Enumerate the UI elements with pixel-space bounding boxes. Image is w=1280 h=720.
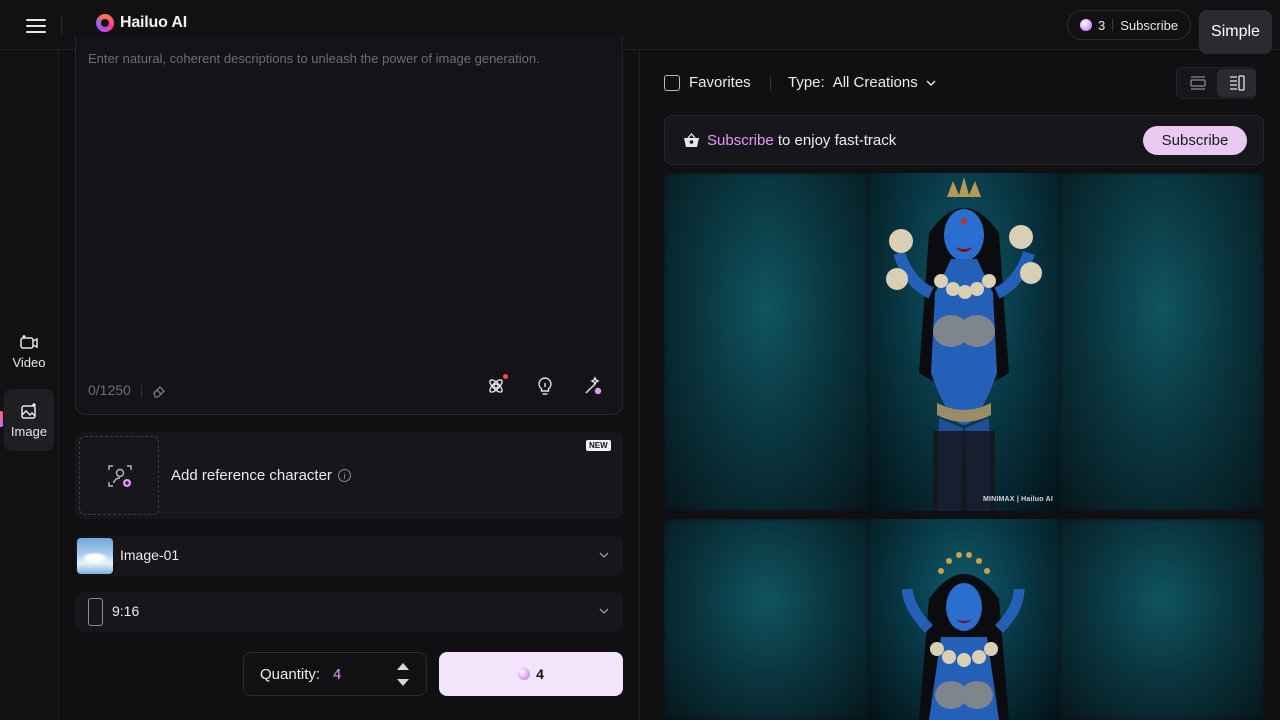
aspect-ratio-value: 9:16 xyxy=(112,603,140,619)
nav-item-image[interactable]: Image xyxy=(4,389,54,451)
favorites-filter[interactable]: Favorites xyxy=(664,74,751,91)
hailuo-logo-icon xyxy=(96,14,114,32)
prompt-panel: 0/1250 xyxy=(75,35,623,415)
gallery-item[interactable] xyxy=(664,519,1264,720)
add-character-icon xyxy=(108,465,132,487)
aspect-ratio-select[interactable]: 9:16 xyxy=(75,592,623,632)
type-value: All Creations xyxy=(832,74,918,91)
list-view-icon xyxy=(1189,76,1206,90)
chevron-down-icon xyxy=(599,552,609,558)
nav-item-label: Video xyxy=(12,354,46,370)
credits-pill[interactable]: 3 Subscribe xyxy=(1067,10,1191,40)
logo[interactable]: Hailuo AI xyxy=(96,14,187,32)
model-thumbnail xyxy=(77,538,113,574)
subscribe-banner-text: Subscribe to enjoy fast-track xyxy=(707,132,896,149)
generate-button[interactable]: 4 xyxy=(439,652,623,696)
menu-icon[interactable] xyxy=(24,16,48,34)
chevron-down-icon xyxy=(926,80,936,86)
header-subscribe-link[interactable]: Subscribe xyxy=(1120,18,1178,33)
favorites-checkbox[interactable] xyxy=(664,74,680,91)
magic-brush-icon[interactable] xyxy=(582,375,604,397)
lightbulb-icon[interactable] xyxy=(534,375,556,397)
char-counter: 0/1250 xyxy=(88,382,131,398)
reference-label: Add reference character i xyxy=(171,467,351,484)
reference-character-card[interactable]: Add reference character i NEW xyxy=(75,432,623,519)
divider xyxy=(1112,19,1114,31)
crown-basket-icon xyxy=(684,133,699,147)
simple-mode-button[interactable]: Simple xyxy=(1199,10,1272,54)
view-toggle xyxy=(1176,67,1256,99)
gallery-item[interactable]: MINIMAX | Hailuo AI xyxy=(664,173,1264,511)
blurred-backdrop xyxy=(664,173,869,511)
subscribe-link[interactable]: Subscribe xyxy=(707,132,774,149)
image-icon xyxy=(21,402,36,419)
left-nav xyxy=(0,50,59,720)
video-icon xyxy=(20,334,38,349)
gem-icon xyxy=(518,668,531,680)
model-select[interactable]: Image-01 xyxy=(75,536,623,576)
divider xyxy=(141,385,142,397)
portrait-ratio-icon xyxy=(88,598,103,626)
subscribe-button[interactable]: Subscribe xyxy=(1143,126,1247,155)
subscribe-banner: Subscribe to enjoy fast-track Subscribe xyxy=(664,115,1264,165)
blurred-backdrop xyxy=(1059,519,1264,720)
panel-divider xyxy=(639,50,640,720)
favorites-label: Favorites xyxy=(689,74,751,91)
credits-count: 3 xyxy=(1098,17,1106,33)
generated-image xyxy=(869,519,1059,720)
divider xyxy=(61,16,62,34)
blurred-backdrop xyxy=(1059,173,1264,511)
split-view-icon xyxy=(1229,75,1245,91)
blurred-backdrop xyxy=(664,519,869,720)
info-icon[interactable]: i xyxy=(337,469,351,482)
chevron-down-icon xyxy=(599,608,609,614)
type-label: Type: xyxy=(788,74,825,91)
prompt-input[interactable] xyxy=(88,51,608,351)
gem-icon xyxy=(1080,19,1092,31)
decrement-icon[interactable] xyxy=(397,678,409,686)
divider xyxy=(770,76,771,90)
active-indicator xyxy=(0,411,3,427)
reference-upload-slot[interactable] xyxy=(79,436,159,515)
nav-item-video[interactable]: Video xyxy=(4,320,54,382)
brand-name: Hailuo AI xyxy=(120,14,187,31)
subscribe-banner-message: to enjoy fast-track xyxy=(773,132,897,149)
generated-image: MINIMAX | Hailuo AI xyxy=(869,173,1059,511)
new-badge: NEW xyxy=(586,440,611,451)
watermark: MINIMAX | Hailuo AI xyxy=(982,496,1053,503)
quantity-label: Quantity: xyxy=(260,666,321,683)
notification-dot xyxy=(503,374,508,379)
single-view-button[interactable] xyxy=(1178,69,1217,97)
figure-illustration xyxy=(901,552,1025,720)
generate-cost: 4 xyxy=(536,666,544,682)
increment-icon[interactable] xyxy=(397,663,409,671)
split-view-button[interactable] xyxy=(1217,69,1256,97)
type-select[interactable]: Type: All Creations xyxy=(788,74,936,91)
reference-label-text: Add reference character xyxy=(171,467,332,484)
quantity-stepper[interactable]: Quantity: 4 xyxy=(243,652,427,696)
eraser-icon[interactable] xyxy=(151,383,167,399)
quantity-value: 4 xyxy=(333,666,342,683)
nav-item-label: Image xyxy=(10,423,48,439)
figure-illustration xyxy=(886,177,1042,511)
model-value: Image-01 xyxy=(120,547,180,563)
